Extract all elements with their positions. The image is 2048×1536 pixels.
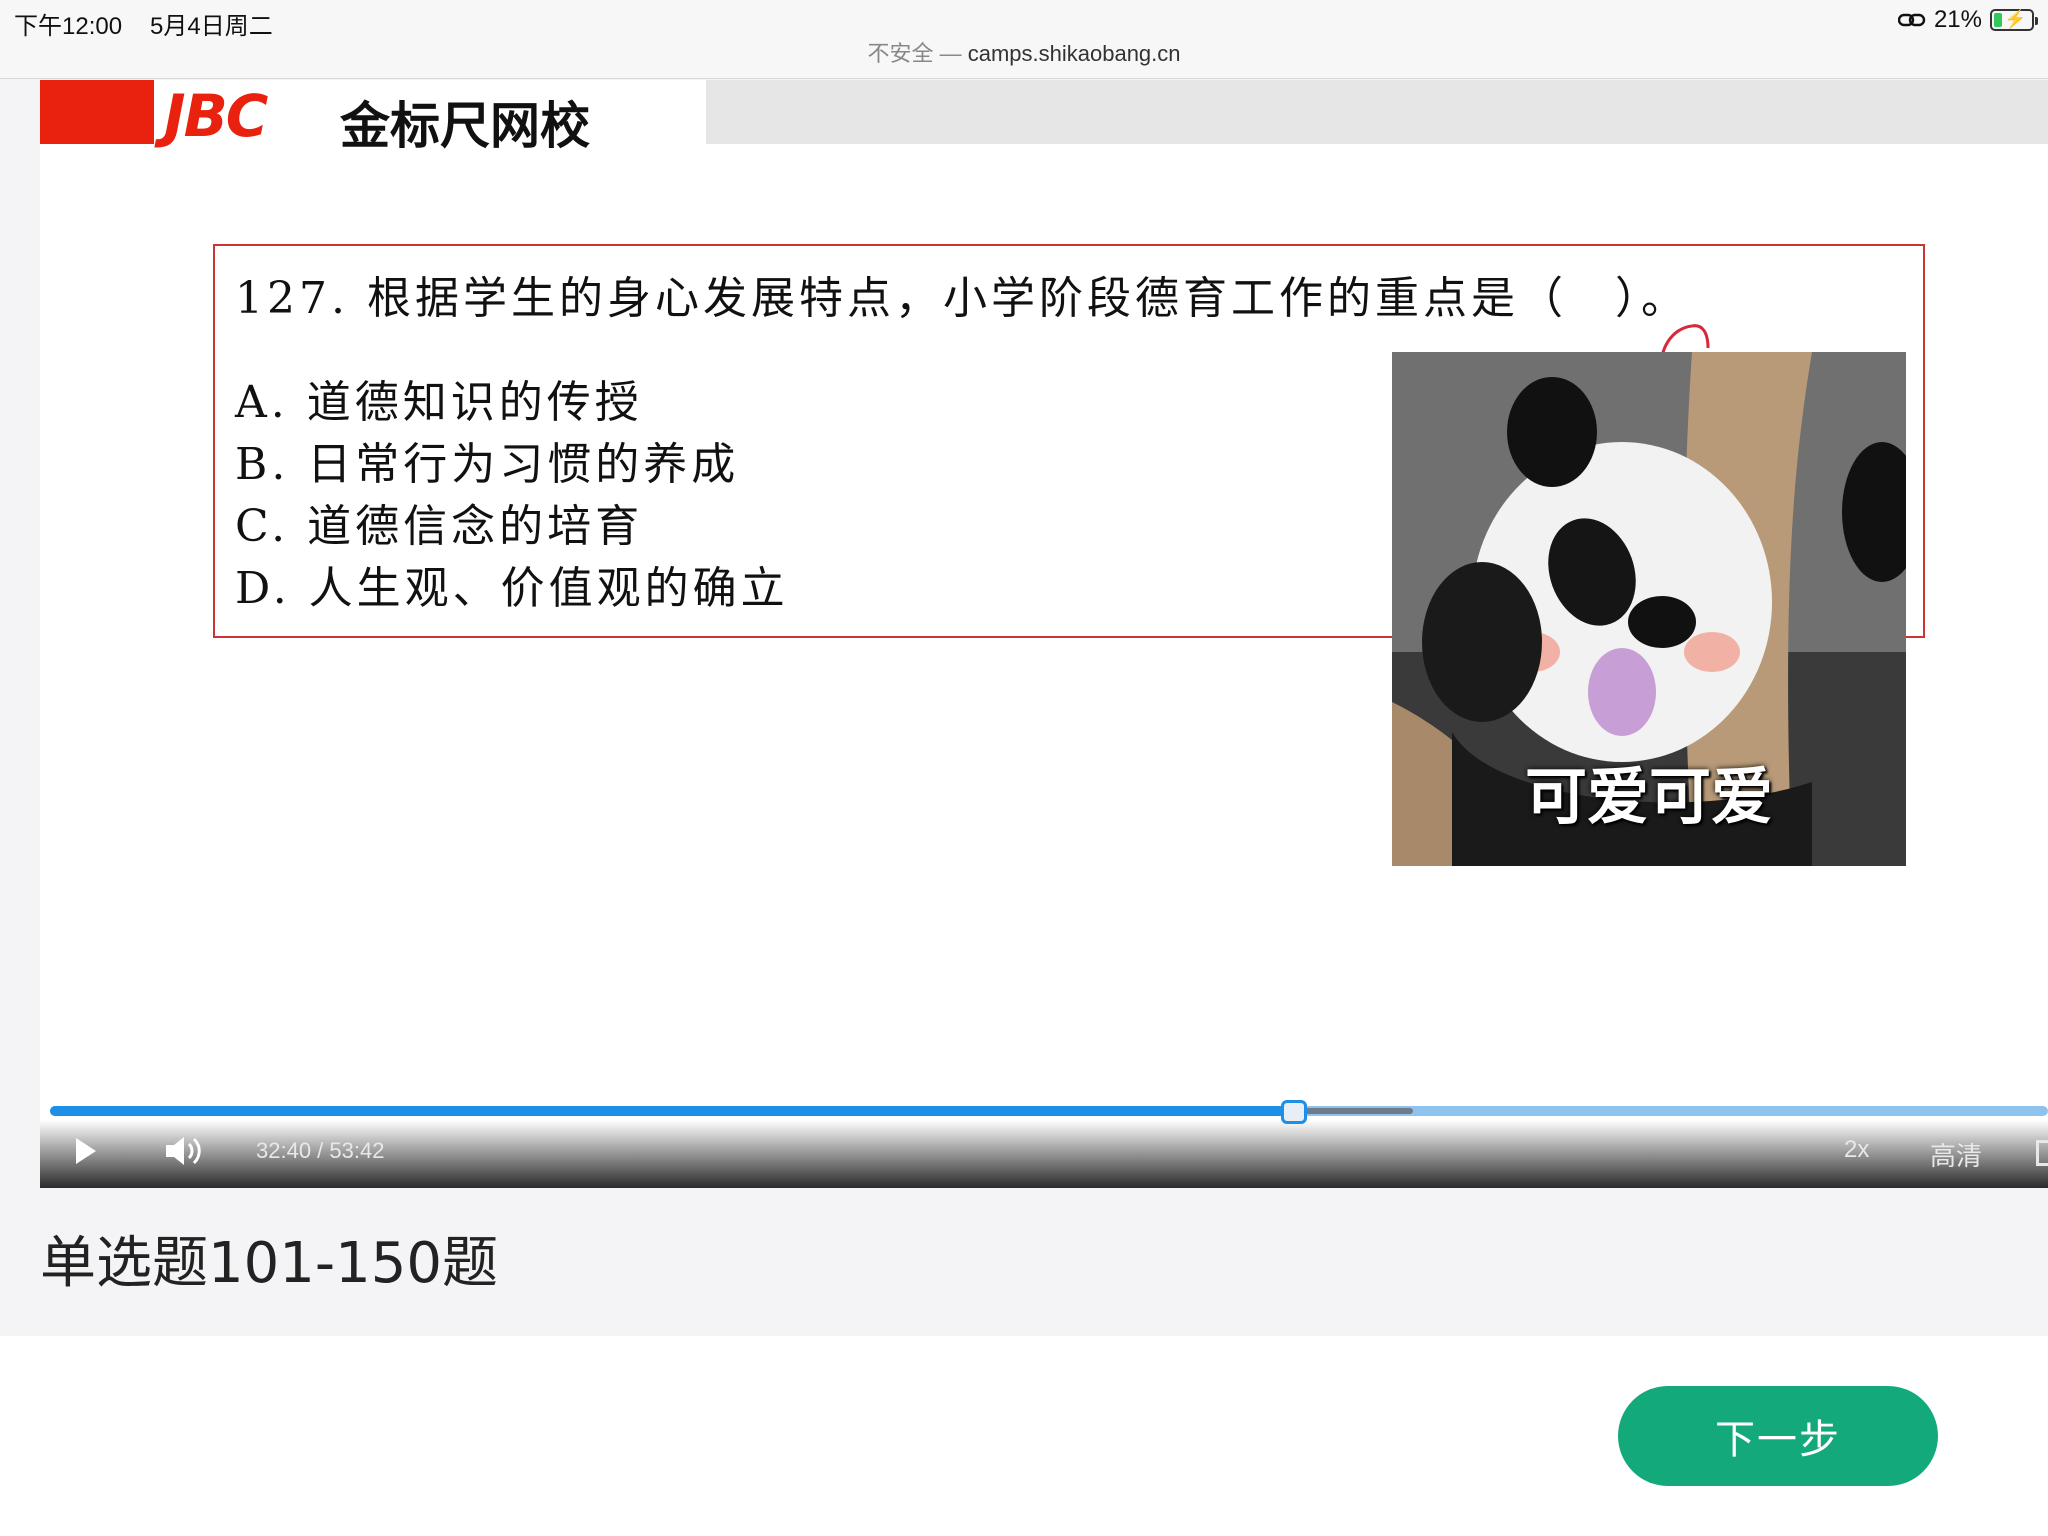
time-display: 32:40 / 53:42 <box>256 1138 385 1163</box>
options-list: A. 道德知识的传授 B. 日常行为习惯的养成 C. 道德信念的培育 D. 人生… <box>235 372 789 620</box>
status-bar: 下午12:00 5月4日周二 21% ⚡ <box>0 0 2048 40</box>
security-label: 不安全 <box>867 41 934 66</box>
address-bar[interactable]: 不安全 — camps.shikaobang.cn <box>0 40 2048 79</box>
panda-sticker: 可爱可爱 <box>1392 352 1906 866</box>
option-d: D. 人生观、价值观的确立 <box>235 563 789 614</box>
status-date: 5月4日周二 <box>150 13 273 40</box>
logo-bar: JBC 金标尺网校 <box>40 80 2048 155</box>
logo-name: 金标尺网校 <box>340 97 590 155</box>
sticker-caption: 可爱可爱 <box>1524 760 1773 833</box>
next-step-button[interactable]: 下一步 <box>1618 1386 1938 1486</box>
status-time: 下午12:00 <box>14 13 123 40</box>
battery-icon: ⚡ <box>1990 9 2038 31</box>
url-separator: — <box>933 41 968 66</box>
play-icon[interactable] <box>76 1138 96 1164</box>
fullscreen-icon[interactable] <box>2036 1140 2048 1166</box>
option-b: B. 日常行为习惯的养成 <box>235 439 740 490</box>
question-text: 127. 根据学生的身心发展特点，小学阶段德育工作的重点是（ ）。 <box>235 273 1689 324</box>
logo-mark: JBC <box>164 82 268 150</box>
quality-button[interactable]: 高清 <box>1930 1136 1982 1173</box>
progress-bar[interactable] <box>50 1100 2048 1124</box>
volume-icon[interactable] <box>164 1134 204 1168</box>
option-c: C. 道德信念的培育 <box>235 501 644 552</box>
progress-played <box>50 1106 1294 1116</box>
link-icon <box>1897 13 1926 27</box>
progress-thumb[interactable] <box>1280 1100 1307 1124</box>
lesson-title: 单选题101-150题 <box>40 1231 498 1296</box>
video-player[interactable]: JBC 金标尺网校 127. 根据学生的身心发展特点，小学阶段德育工作的重点是（… <box>40 80 2048 1188</box>
option-a: A. 道德知识的传授 <box>235 377 643 428</box>
logo-red-block <box>40 80 154 144</box>
url-domain: camps.shikaobang.cn <box>967 41 1181 66</box>
playback-speed-button[interactable]: 2x <box>1844 1136 1869 1164</box>
battery-percentage: 21% <box>1933 6 1982 33</box>
status-indicators: 21% ⚡ <box>1897 6 2038 34</box>
